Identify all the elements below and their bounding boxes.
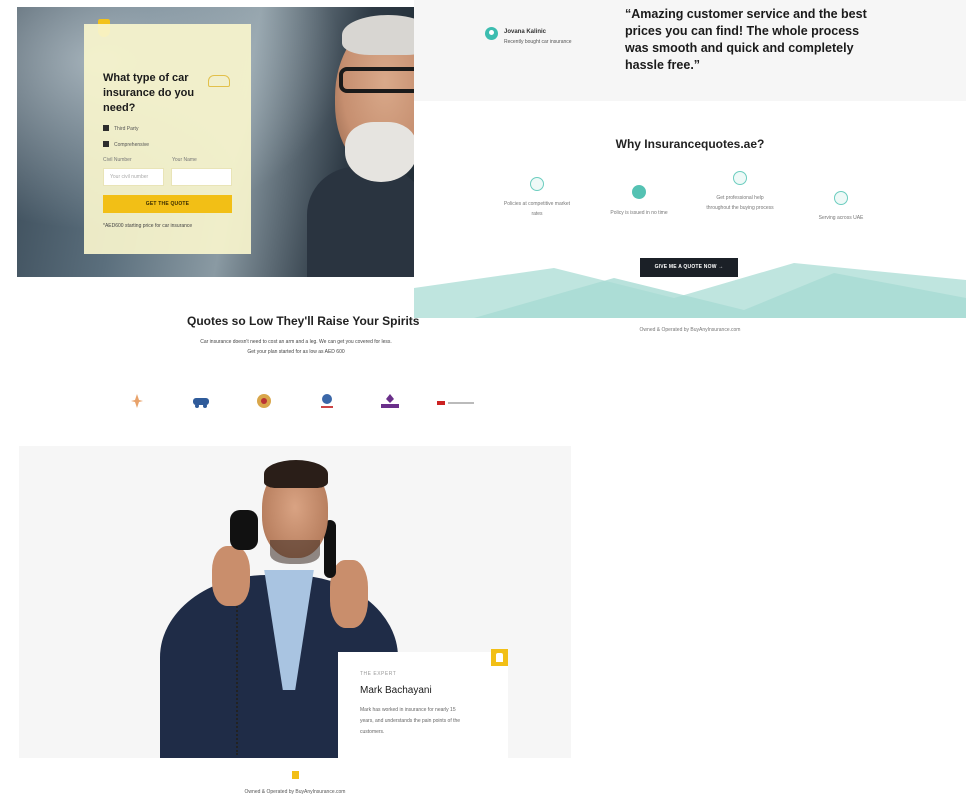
feature-text-1: Policies at competitive market rates (503, 201, 571, 217)
quote-form-card: What type of car insurance do you need? … (84, 24, 251, 254)
your-name-label: Your Name (172, 157, 197, 163)
feature-text-4: Serving across UAE (818, 215, 864, 221)
reviewer-subtitle: Recently bought car insurance (504, 39, 572, 45)
expert-description: Mark has worked in insurance for nearly … (360, 707, 461, 735)
partner-logo-5 (379, 392, 401, 408)
man-beard (345, 122, 414, 182)
expert-tag: THE EXPERT (360, 671, 397, 677)
price-note: *AED600 starting price for car insurance (103, 223, 193, 229)
expert-hair (264, 460, 328, 488)
user-avatar-icon (485, 27, 498, 40)
partner-logo-4 (318, 392, 336, 408)
expert-hand-left (212, 546, 250, 606)
man-glasses (339, 67, 414, 93)
low-subtitle-1: Car insurance doesn't need to cost an ar… (200, 339, 392, 345)
testimonial-quote: “Amazing customer service and the best p… (625, 7, 867, 72)
owned-text-bottom: Owned & Operated by BuyAnyInsurance.com (244, 789, 346, 795)
expert-beard (270, 540, 320, 564)
partner-logo-6 (437, 396, 475, 412)
phone-handset-left (230, 510, 258, 550)
reviewer-name: Jovana Kalinic (504, 29, 547, 35)
headset-icon (733, 171, 747, 185)
partner-logo-1 (130, 393, 144, 409)
third-party-checkbox[interactable] (103, 125, 109, 131)
man-body (307, 167, 414, 277)
car-icon (208, 75, 230, 87)
facebook-icon[interactable] (292, 771, 299, 779)
low-subtitle-2: Get your plan started for as low as AED … (247, 349, 345, 355)
your-name-input[interactable] (171, 168, 232, 186)
owned-text-top: Owned & Operated by BuyAnyInsurance.com (639, 327, 741, 333)
give-quote-button[interactable]: GIVE ME A QUOTE NOW → (640, 258, 738, 277)
partner-logo-2 (191, 394, 211, 410)
expert-badge-icon (491, 649, 508, 666)
man-hair (342, 15, 414, 55)
why-title: Why Insurancequotes.ae? (615, 137, 765, 151)
feature-text-3: Get professional help throughout the buy… (706, 195, 774, 211)
civil-number-input[interactable]: Your civil number (103, 168, 164, 186)
get-quote-button[interactable]: GET THE QUOTE (103, 195, 232, 213)
comprehensive-checkbox[interactable] (103, 141, 109, 147)
third-party-label: Third Party (114, 126, 139, 132)
form-question: What type of car insurance do you need? (103, 72, 195, 114)
civil-number-label: Civil Number (103, 157, 132, 163)
comprehensive-label: Comprehensive (114, 142, 150, 148)
percent-icon (530, 177, 544, 191)
low-title: Quotes so Low They'll Raise Your Spirits (187, 314, 420, 328)
refresh-icon (834, 191, 848, 205)
partner-logo-3 (256, 393, 272, 409)
feature-text-2: Policy is issued in no time (610, 210, 668, 216)
clock-icon (632, 185, 646, 199)
expert-name: Mark Bachayani (360, 685, 432, 696)
